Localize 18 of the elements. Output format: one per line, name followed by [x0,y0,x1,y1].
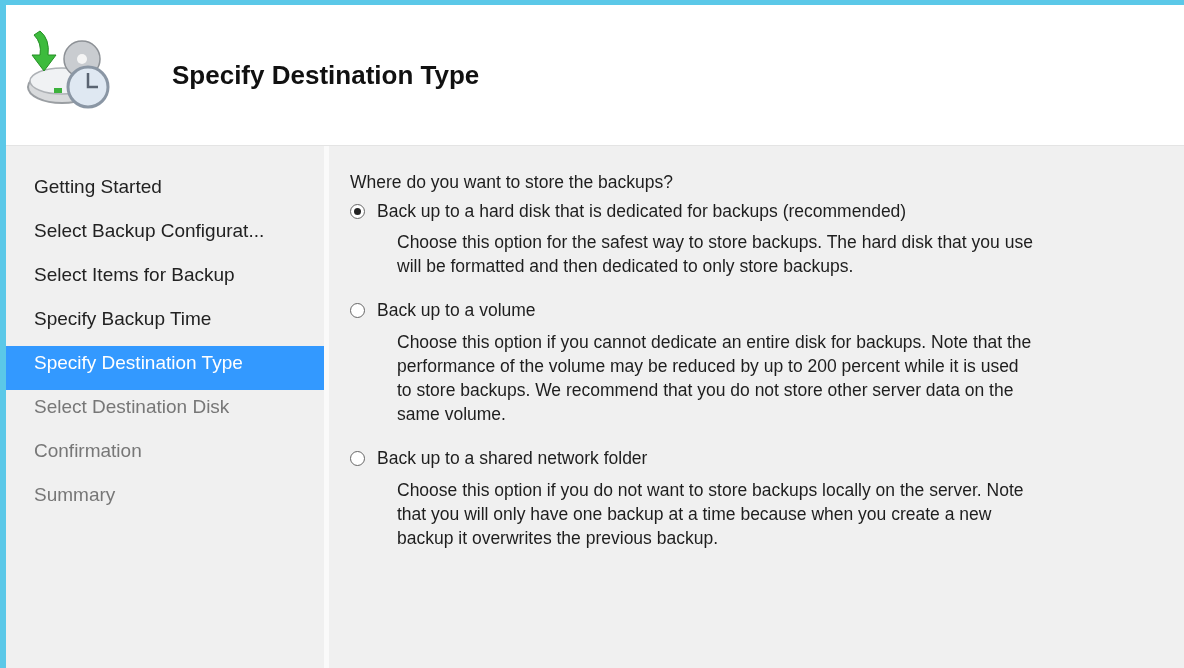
option-description: to store backups. We recommend that you do not store other server data on the [397,379,1014,402]
wizard-step[interactable]: Getting Started [6,170,324,214]
option-description: performance of the volume may be reduced by up to 200 percent while it is used [397,355,1019,378]
wizard-step[interactable]: Select Items for Backup [6,258,324,302]
question-text: Where do you want to store the backups? [350,172,674,193]
option-description: Choose this option for the safest way to store backups. The hard disk that you use [397,231,1033,254]
option-description: Choose this option if you do not want to store backups locally on the server. Note [397,479,1024,502]
option-description: Choose this option if you cannot dedicate an entire disk for backups. Note that the [397,331,1032,354]
radio-button[interactable] [350,204,365,219]
page-title: Specify Destination Type [172,59,480,91]
radio-button[interactable] [350,451,365,466]
wizard-step[interactable]: Select Backup Configurat... [6,214,324,258]
option-description: that you will only have one backup at a time because when you create a new [397,503,992,526]
wizard-step[interactable]: Specify Backup Time [6,302,324,346]
option-description: will be formatted and then dedicated to only store backups. [397,255,854,278]
option-description: backup it overwrites the previous backup. [397,527,718,550]
radio-button[interactable] [350,303,365,318]
option-description: same volume. [397,403,506,426]
